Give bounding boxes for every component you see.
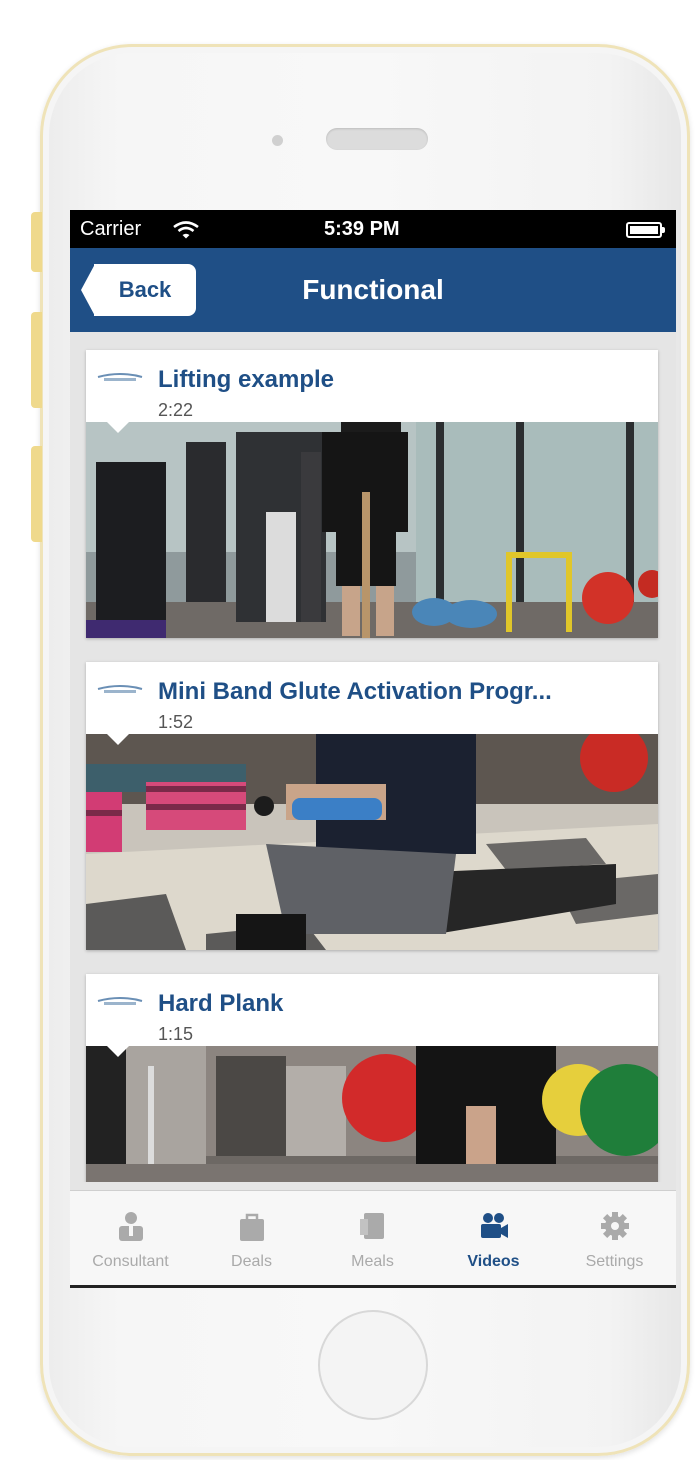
consultant-icon (119, 1212, 143, 1241)
carrier-label: Carrier (80, 218, 142, 240)
brand-logo-icon (97, 373, 143, 381)
video-title: Lifting example (158, 366, 335, 393)
gear-icon (601, 1212, 629, 1240)
video-thumbnail[interactable] (86, 734, 658, 950)
page-title: Functional (302, 274, 444, 305)
tab-meals[interactable]: Meals (312, 1191, 433, 1287)
video-list[interactable]: Lifting example 2:22 Mini Band Glute Act… (70, 332, 676, 1182)
app-screen: Carrier 5:39 PM Back Functional Lifting … (70, 210, 676, 1287)
earpiece-speaker (326, 128, 428, 150)
video-title: Mini Band Glute Activation Progr... (158, 678, 552, 705)
tab-deals[interactable]: Deals (191, 1191, 312, 1287)
battery-icon (626, 222, 665, 238)
tab-bar: Consultant Deals Meals Videos Settings (70, 1190, 676, 1287)
status-time: 5:39 PM (324, 218, 400, 240)
video-thumbnail[interactable] (86, 1046, 658, 1182)
video-duration: 2:22 (158, 400, 194, 420)
mute-switch (31, 212, 42, 272)
video-card-header: Lifting example 2:22 (86, 350, 658, 422)
volume-up-button (31, 312, 42, 408)
tab-label: Deals (231, 1253, 272, 1270)
navigation-bar: Back Functional (70, 248, 676, 332)
tab-consultant[interactable]: Consultant (70, 1191, 191, 1287)
brand-logo-icon (97, 685, 143, 693)
tab-label: Meals (351, 1253, 394, 1270)
video-duration: 1:52 (158, 712, 194, 732)
tab-settings[interactable]: Settings (554, 1191, 675, 1287)
video-duration: 1:15 (158, 1024, 194, 1044)
video-camera-icon (481, 1213, 508, 1238)
screen-edge (70, 1285, 676, 1288)
status-bar: Carrier 5:39 PM (70, 210, 676, 248)
video-card-header: Mini Band Glute Activation Progr... 1:52 (86, 662, 658, 734)
tab-label: Videos (467, 1253, 520, 1270)
front-camera (272, 135, 283, 146)
video-card-hard-plank[interactable]: Hard Plank 1:15 (86, 974, 658, 1182)
volume-down-button (31, 446, 42, 542)
tab-label: Settings (585, 1253, 644, 1270)
video-card-mini-band-glute[interactable]: Mini Band Glute Activation Progr... 1:52 (86, 662, 658, 950)
tab-label: Consultant (92, 1253, 169, 1270)
wifi-icon (173, 221, 199, 239)
video-card-header: Hard Plank 1:15 (86, 974, 658, 1046)
video-title: Hard Plank (158, 990, 284, 1017)
video-thumbnail[interactable] (86, 422, 658, 638)
brand-logo-icon (97, 997, 143, 1005)
meals-icon (360, 1213, 384, 1239)
bag-icon (240, 1213, 264, 1241)
video-card-lifting-example[interactable]: Lifting example 2:22 (86, 350, 658, 638)
home-button[interactable] (318, 1310, 428, 1420)
tab-videos[interactable]: Videos (433, 1191, 554, 1287)
